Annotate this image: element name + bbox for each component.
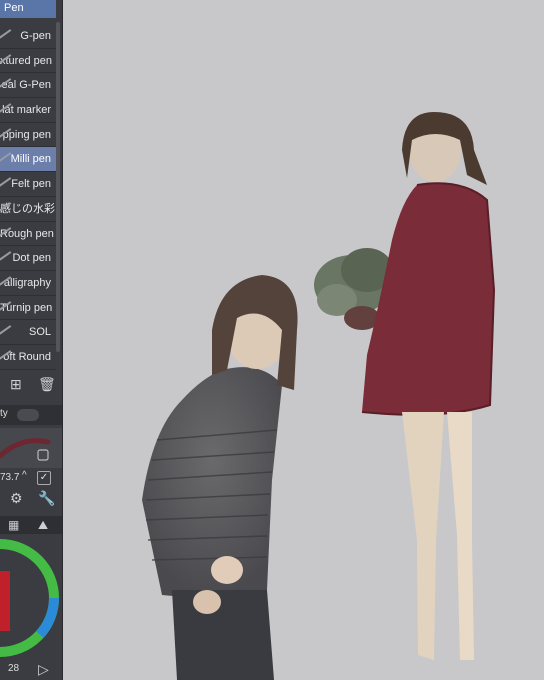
tool-item-flat-marker[interactable]: lat marker (0, 98, 56, 123)
tool-item-dipping-pen[interactable]: pping pen (0, 123, 56, 148)
color-panel-footer: 28 ▷ (0, 660, 62, 680)
tool-item-rough-pen[interactable]: Rough pen (0, 222, 56, 247)
tool-item-calligraphy[interactable]: alligraphy (0, 271, 56, 296)
tool-item-milli-pen[interactable]: Milli pen (0, 147, 56, 173)
tool-item-felt-pen[interactable]: Felt pen (0, 172, 56, 197)
tool-item-watercolor[interactable]: 感じの水彩 (0, 197, 56, 222)
tool-item-soft-round[interactable]: oft Round (0, 345, 56, 370)
opacity-label: ty (0, 408, 8, 419)
tool-label: oft Round (3, 350, 51, 363)
chevron-up-icon[interactable]: ^ (22, 470, 27, 481)
brush-stroke-preview (0, 438, 51, 461)
trash-icon[interactable]: 🗑 (38, 376, 56, 392)
brush-preview (0, 428, 62, 468)
tool-item-sol[interactable]: SOL (0, 320, 56, 345)
tool-item-dot-pen[interactable]: Dot pen (0, 246, 56, 271)
figure-left-sweater (142, 367, 282, 597)
tool-label: Dot pen (12, 252, 51, 265)
figure-left-pants (172, 590, 274, 680)
color-wheel[interactable] (0, 536, 62, 680)
brush-size-value: 73.7 (0, 472, 20, 483)
add-tool-icon[interactable]: ⊞ (10, 376, 22, 392)
drawing-canvas[interactable] (62, 0, 544, 680)
tool-list-scrollbar[interactable] (56, 22, 60, 352)
illustration (142, 112, 496, 680)
color-panel-tabs[interactable]: ▦ ⛰ (0, 516, 62, 534)
tool-settings-row: ⚙ 🔧 (0, 487, 62, 509)
pen-stroke-icon (0, 29, 12, 39)
figure-right-sweater (362, 183, 494, 415)
play-icon[interactable]: ▷ (38, 661, 49, 677)
settings-icon[interactable]: ⚙ (10, 490, 23, 506)
tool-label: alligraphy (3, 276, 51, 289)
tool-label: G-pen (20, 30, 51, 42)
tool-item-g-pen[interactable]: G-pen (0, 24, 56, 49)
tool-item-textured-pen[interactable]: xtured pen (0, 49, 56, 74)
brush-size-row[interactable]: 73.7 ^ ✓ (0, 470, 62, 486)
pen-stroke-icon (0, 152, 12, 163)
tool-property-tabs: ty (0, 405, 62, 425)
tool-item-turnip-pen[interactable]: Turnip pen (0, 296, 56, 321)
tool-label: Milli pen (10, 153, 51, 166)
tool-label: SOL (28, 326, 51, 339)
tool-item-real-g-pen[interactable]: eal G-Pen (0, 73, 56, 99)
figure-right-legs (402, 412, 444, 660)
pen-stroke-icon (0, 251, 12, 262)
grid-icon[interactable]: ▦ (8, 517, 19, 533)
checkbox-icon[interactable]: ✓ (37, 471, 51, 485)
pen-stroke-icon (0, 325, 12, 336)
mountain-icon[interactable]: ⛰ (38, 517, 48, 533)
pen-stroke-icon (0, 177, 12, 187)
tool-label: Felt pen (11, 178, 51, 191)
sub-tool-list: G-pen xtured pen eal G-Pen lat marker pp… (0, 24, 56, 370)
toggle-button[interactable] (17, 409, 39, 421)
brush-size-readout: 28 (8, 663, 20, 674)
tool-actions: ⊞ 🗑 (0, 372, 62, 396)
color-wheel-panel (0, 536, 62, 680)
wrench-icon[interactable]: 🔧 (38, 490, 55, 506)
tool-panel: Pen G-pen xtured pen eal G-Pen lat marke… (0, 0, 63, 680)
tool-panel-tab[interactable]: Pen (0, 0, 56, 18)
